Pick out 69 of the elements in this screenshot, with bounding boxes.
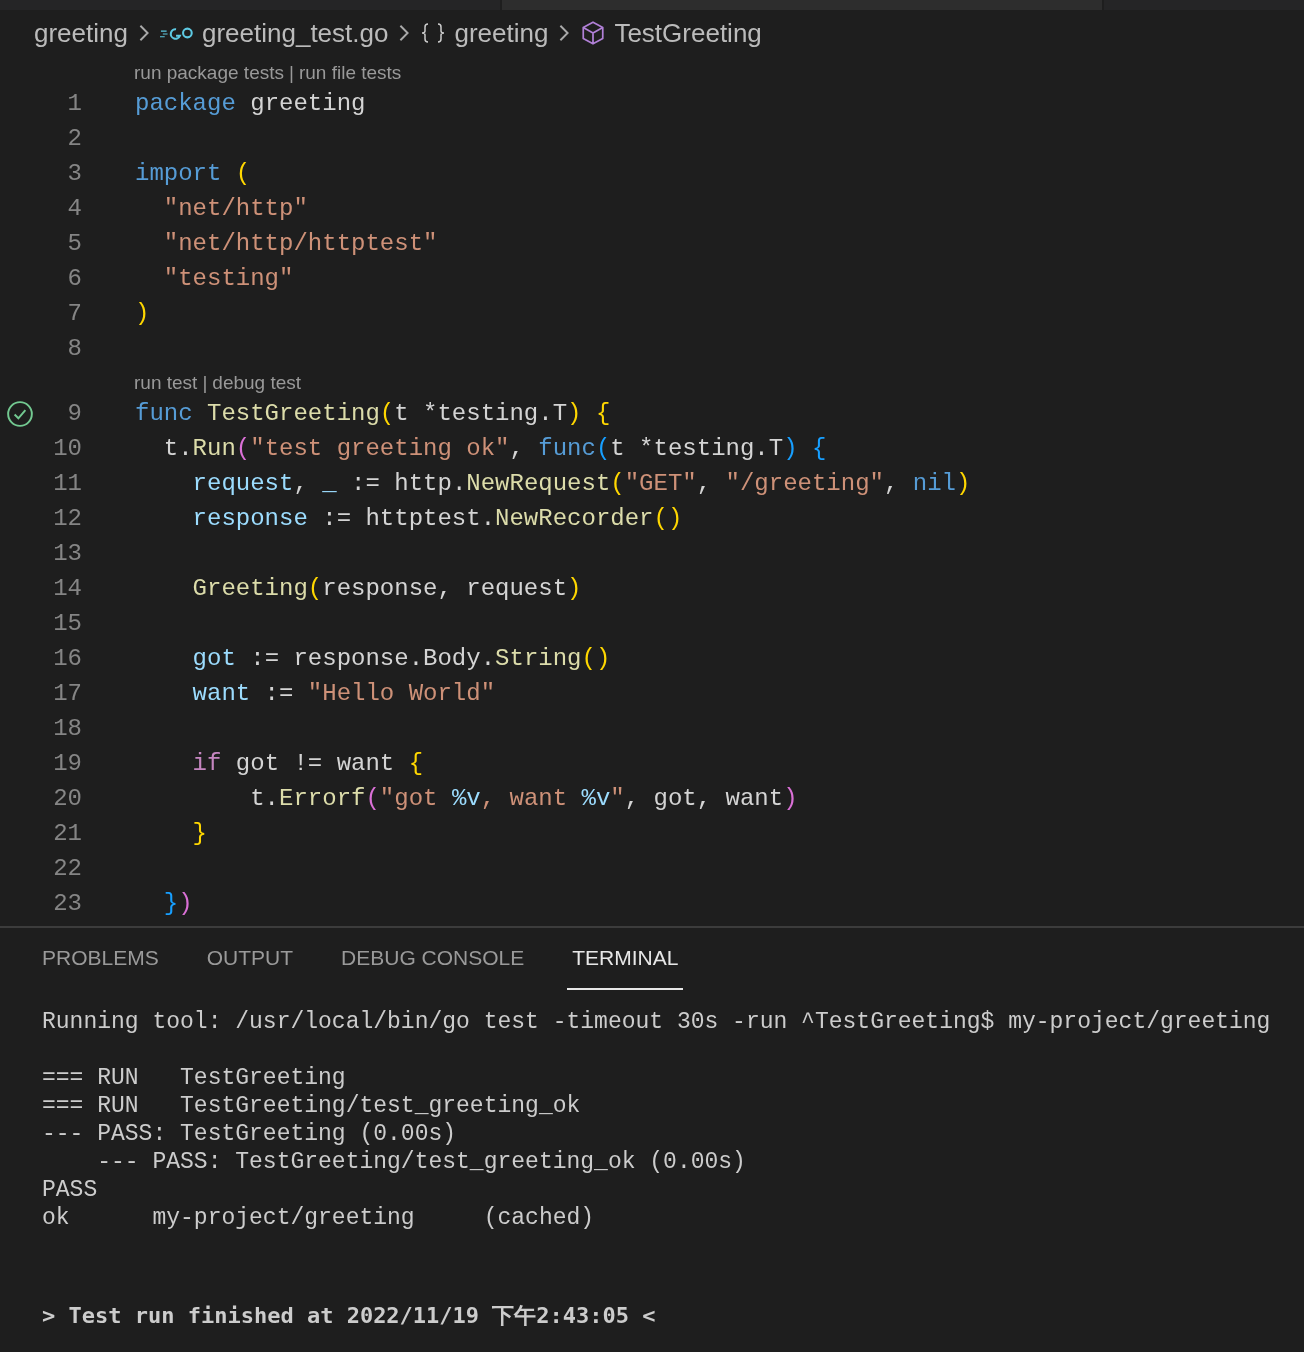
line-number: 5	[66, 230, 82, 257]
terminal-line: Running tool: /usr/local/bin/go test -timeout 30s -run ^TestGreeting$ my-project/greeting	[42, 1008, 1272, 1036]
line-number: 14	[52, 575, 82, 602]
codelens-link[interactable]: run file tests	[298, 62, 402, 84]
line-number: 23	[52, 890, 82, 917]
line-number: 17	[52, 680, 82, 707]
code-line: })	[162, 890, 193, 917]
line-number: 16	[52, 645, 82, 672]
line-number: 21	[52, 820, 82, 847]
codelens-link[interactable]: run test	[134, 372, 198, 394]
chevron-icon	[558, 23, 571, 43]
code-line: package greeting	[135, 90, 366, 117]
codelens-link[interactable]: run package tests	[134, 62, 284, 84]
line-number: 19	[52, 750, 82, 777]
cube-icon	[580, 20, 607, 46]
line-number: 6	[66, 265, 82, 292]
line-number: 10	[52, 435, 82, 462]
code-line: if got != want {	[191, 750, 424, 777]
code-line: request, _ := http.NewRequest("GET", "/greeting", nil)	[191, 470, 971, 497]
terminal-line: --- PASS: TestGreeting (0.00s)	[42, 1120, 458, 1148]
braces-icon	[420, 22, 447, 44]
code-line: "net/http"	[162, 195, 308, 222]
code-line: want := "Hello World"	[191, 680, 496, 707]
line-number: 9	[66, 400, 82, 427]
code-line: "testing"	[162, 265, 294, 292]
code-line: "net/http/httptest"	[162, 230, 438, 257]
line-number: 15	[52, 610, 82, 637]
line-number: 2	[66, 125, 82, 152]
code-line: )	[135, 300, 150, 327]
code-line: import (	[135, 160, 251, 187]
code-line: response := httptest.NewRecorder()	[191, 505, 683, 532]
breadcrumb-item[interactable]: greeting	[454, 17, 549, 49]
code-line: func TestGreeting(t *testing.T) {	[135, 400, 611, 427]
line-number: 20	[52, 785, 82, 812]
line-number: 8	[66, 335, 82, 362]
codelens-link[interactable]: debug test	[212, 372, 302, 394]
panel-tab[interactable]: PROBLEMS	[37, 928, 164, 990]
breadcrumb-item[interactable]: greeting	[34, 17, 128, 49]
terminal-line: === RUN TestGreeting/test_greeting_ok	[42, 1092, 582, 1120]
terminal-line: > Test run finished at 2022/11/19 下午2:43:05 <	[42, 1302, 657, 1330]
line-number: 4	[66, 195, 82, 222]
codelens-separator: |	[289, 62, 294, 84]
code-line: got := response.Body.String()	[191, 645, 611, 672]
panel-tab[interactable]: OUTPUT	[201, 928, 299, 990]
line-number: 1	[66, 90, 82, 117]
line-number: 12	[52, 505, 82, 532]
line-number: 7	[66, 300, 82, 327]
chevron-icon	[398, 23, 411, 43]
line-number: 18	[52, 715, 82, 742]
code-line: }	[191, 820, 207, 847]
panel-tab[interactable]: TERMINAL	[567, 928, 684, 990]
go-file-icon	[159, 25, 194, 41]
code-line: t.Errorf("got %v, want %v", got, want)	[249, 785, 798, 812]
panel-tab[interactable]: DEBUG CONSOLE	[336, 928, 530, 990]
terminal-line: PASS	[42, 1176, 99, 1204]
breadcrumb-item[interactable]: greeting_test.go	[201, 17, 389, 49]
terminal-line: ok my-project/greeting (cached)	[42, 1204, 596, 1232]
codelens-separator: |	[202, 372, 208, 394]
terminal-line: --- PASS: TestGreeting/test_greeting_ok (0.00s)	[96, 1148, 747, 1176]
line-number: 22	[52, 855, 82, 882]
terminal-line: === RUN TestGreeting	[42, 1064, 347, 1092]
code-line: Greeting(response, request)	[191, 575, 582, 602]
line-number: 11	[52, 470, 82, 497]
line-number: 13	[52, 540, 82, 567]
chevron-icon	[137, 23, 150, 43]
line-number: 3	[66, 160, 82, 187]
code-line: t.Run("test greeting ok", func(t *testing.T) {	[162, 435, 827, 462]
breadcrumb-item[interactable]: TestGreeting	[614, 17, 762, 49]
check-circle-icon[interactable]	[6, 399, 34, 428]
